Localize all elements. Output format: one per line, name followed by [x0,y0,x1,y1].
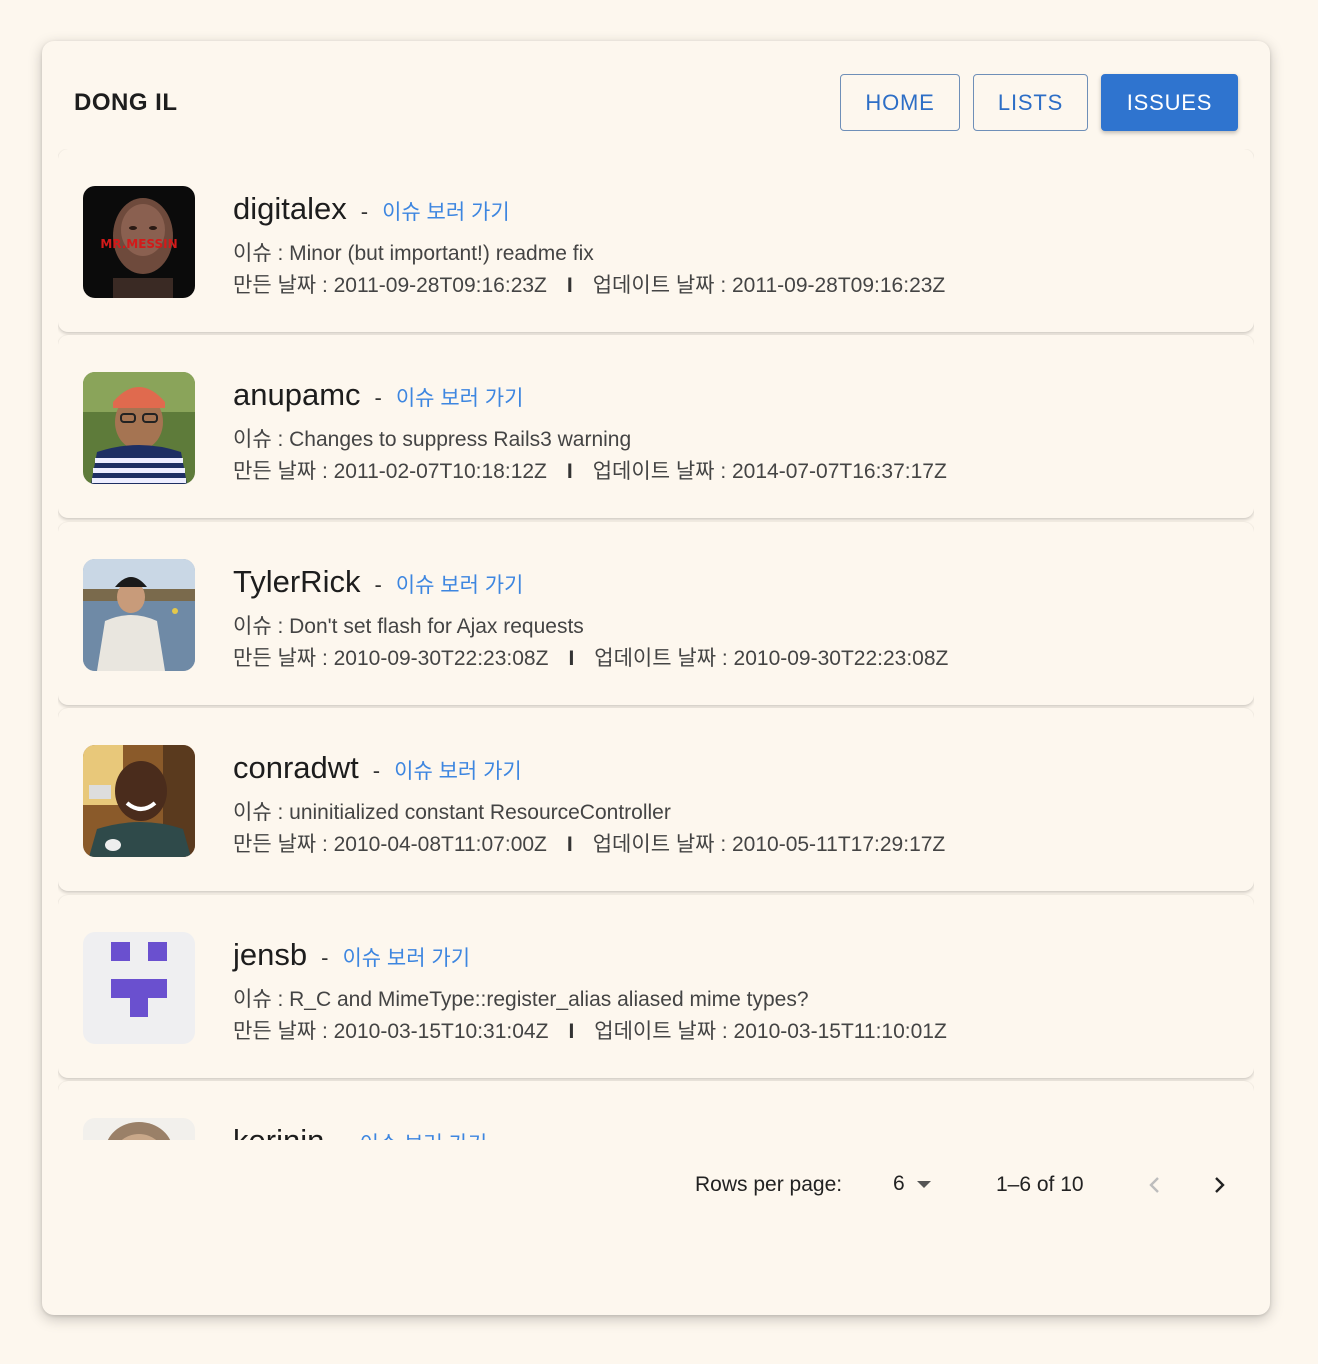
updated-date: 업데이트 날짜 : 2014-07-07T16:37:17Z [592,460,947,483]
created-date: 만든 날짜 : 2010-09-30T22:23:08Z [233,647,549,670]
chevron-right-icon [1215,1177,1225,1193]
main-card: DONG IL HOME LISTS ISSUES MR.MESSIN digi… [42,41,1270,1315]
title-row: anupamc - 이슈 보러 가기 [233,377,523,413]
pagination: Rows per page: 6 1–6 of 10 [42,1161,1270,1211]
avatar [83,1118,195,1140]
created-date: 만든 날짜 : 2011-09-28T09:16:23Z [233,274,547,297]
dash: - [374,572,382,597]
issue-title: 이슈 : R_C and MimeType::register_alias al… [233,988,809,1011]
title-row: kerinin - 이슈 보러 가기 [233,1123,487,1140]
issues-button[interactable]: ISSUES [1101,74,1238,131]
view-issue-link[interactable]: 이슈 보러 가기 [382,196,510,226]
username: digitalex [233,191,347,226]
dates-line: 만든 날짜 : 2011-02-07T10:18:12Z I 업데이트 날짜 : 2… [233,455,947,485]
issue-card: conradwt - 이슈 보러 가기 이슈 : uninitialized c… [58,708,1254,891]
username: anupamc [233,377,361,412]
created-date: 만든 날짜 : 2010-03-15T10:31:04Z [233,1020,549,1043]
rows-per-page-value: 6 [893,1172,905,1195]
created-date: 만든 날짜 : 2010-04-08T11:07:00Z [233,833,547,856]
username: jensb [233,937,308,972]
dash: - [360,199,369,224]
title-row: jensb - 이슈 보러 가기 [233,937,470,973]
issue-card: jensb - 이슈 보러 가기 이슈 : R_C and MimeType::… [58,895,1254,1078]
view-issue-link[interactable]: 이슈 보러 가기 [396,569,524,599]
title-row: TylerRick - 이슈 보러 가기 [233,564,523,600]
chevron-left-icon [1149,1177,1159,1193]
separator: I [566,274,573,297]
issue-card: anupamc - 이슈 보러 가기 이슈 : Changes to suppr… [58,335,1254,518]
separator: I [568,1020,575,1043]
rows-per-page-label: Rows per page: [695,1173,843,1196]
issue-card: kerinin - 이슈 보러 가기 [58,1081,1254,1140]
issue-card: MR.MESSIN digitalex - 이슈 보러 가기 이슈 : Mino… [58,149,1254,332]
dates-line: 만든 날짜 : 2011-09-28T09:16:23Z I 업데이트 날짜 : 2… [233,269,945,299]
avatar [83,745,195,857]
dash: - [321,945,329,970]
updated-date: 업데이트 날짜 : 2010-09-30T22:23:08Z [594,647,949,670]
dash: - [374,385,382,410]
title-row: conradwt - 이슈 보러 가기 [233,750,522,786]
issue-title: 이슈 : Changes to suppress Rails3 warning [233,428,632,451]
view-issue-link[interactable]: 이슈 보러 가기 [342,942,470,972]
avatar [83,372,195,484]
updated-date: 업데이트 날짜 : 2010-05-11T17:29:17Z [592,833,946,856]
issue-title: 이슈 : Don't set flash for Ajax requests [233,615,584,638]
issue-card: TylerRick - 이슈 보러 가기 이슈 : Don't set flas… [58,522,1254,705]
issue-title: 이슈 : uninitialized constant ResourceCont… [233,801,671,824]
next-page-button[interactable] [1203,1169,1235,1201]
username: conradwt [233,750,359,785]
lists-button[interactable]: LISTS [973,74,1088,131]
dates-line: 만든 날짜 : 2010-03-15T10:31:04Z I 업데이트 날짜 : 2… [233,1015,947,1045]
avatar [83,559,195,671]
avatar [83,932,195,1044]
title-row: digitalex - 이슈 보러 가기 [233,191,510,227]
previous-page-button[interactable] [1139,1169,1171,1201]
app-header: DONG IL HOME LISTS ISSUES [42,41,1270,149]
avatar: MR.MESSIN [83,186,195,298]
view-issue-link[interactable]: 이슈 보러 가기 [394,755,522,785]
brand-title: DONG IL [74,89,178,116]
view-issue-link[interactable]: 이슈 보러 가기 [360,1128,488,1140]
dash: - [338,1131,345,1140]
home-button[interactable]: HOME [840,74,960,131]
created-date: 만든 날짜 : 2011-02-07T10:18:12Z [233,460,547,483]
username: TylerRick [233,564,361,599]
issue-list[interactable]: MR.MESSIN digitalex - 이슈 보러 가기 이슈 : Mino… [58,149,1254,1140]
issue-title: 이슈 : Minor (but important!) readme fix [233,242,594,265]
separator: I [566,833,573,856]
separator: I [566,460,573,483]
separator: I [568,647,575,670]
rows-per-page-select[interactable]: 6 [893,1172,931,1196]
page-range: 1–6 of 10 [996,1173,1084,1196]
view-issue-link[interactable]: 이슈 보러 가기 [396,382,524,412]
updated-date: 업데이트 날짜 : 2010-03-15T11:10:01Z [594,1020,947,1043]
username: kerinin [233,1123,324,1140]
caret-down-icon [916,1180,931,1188]
dates-line: 만든 날짜 : 2010-04-08T11:07:00Z I 업데이트 날짜 : 2… [233,828,945,858]
updated-date: 업데이트 날짜 : 2011-09-28T09:16:23Z [592,274,946,297]
dash: - [372,758,381,783]
avatar-logo-text: MR.MESSIN [100,237,177,251]
dates-line: 만든 날짜 : 2010-09-30T22:23:08Z I 업데이트 날짜 : 2… [233,642,948,672]
